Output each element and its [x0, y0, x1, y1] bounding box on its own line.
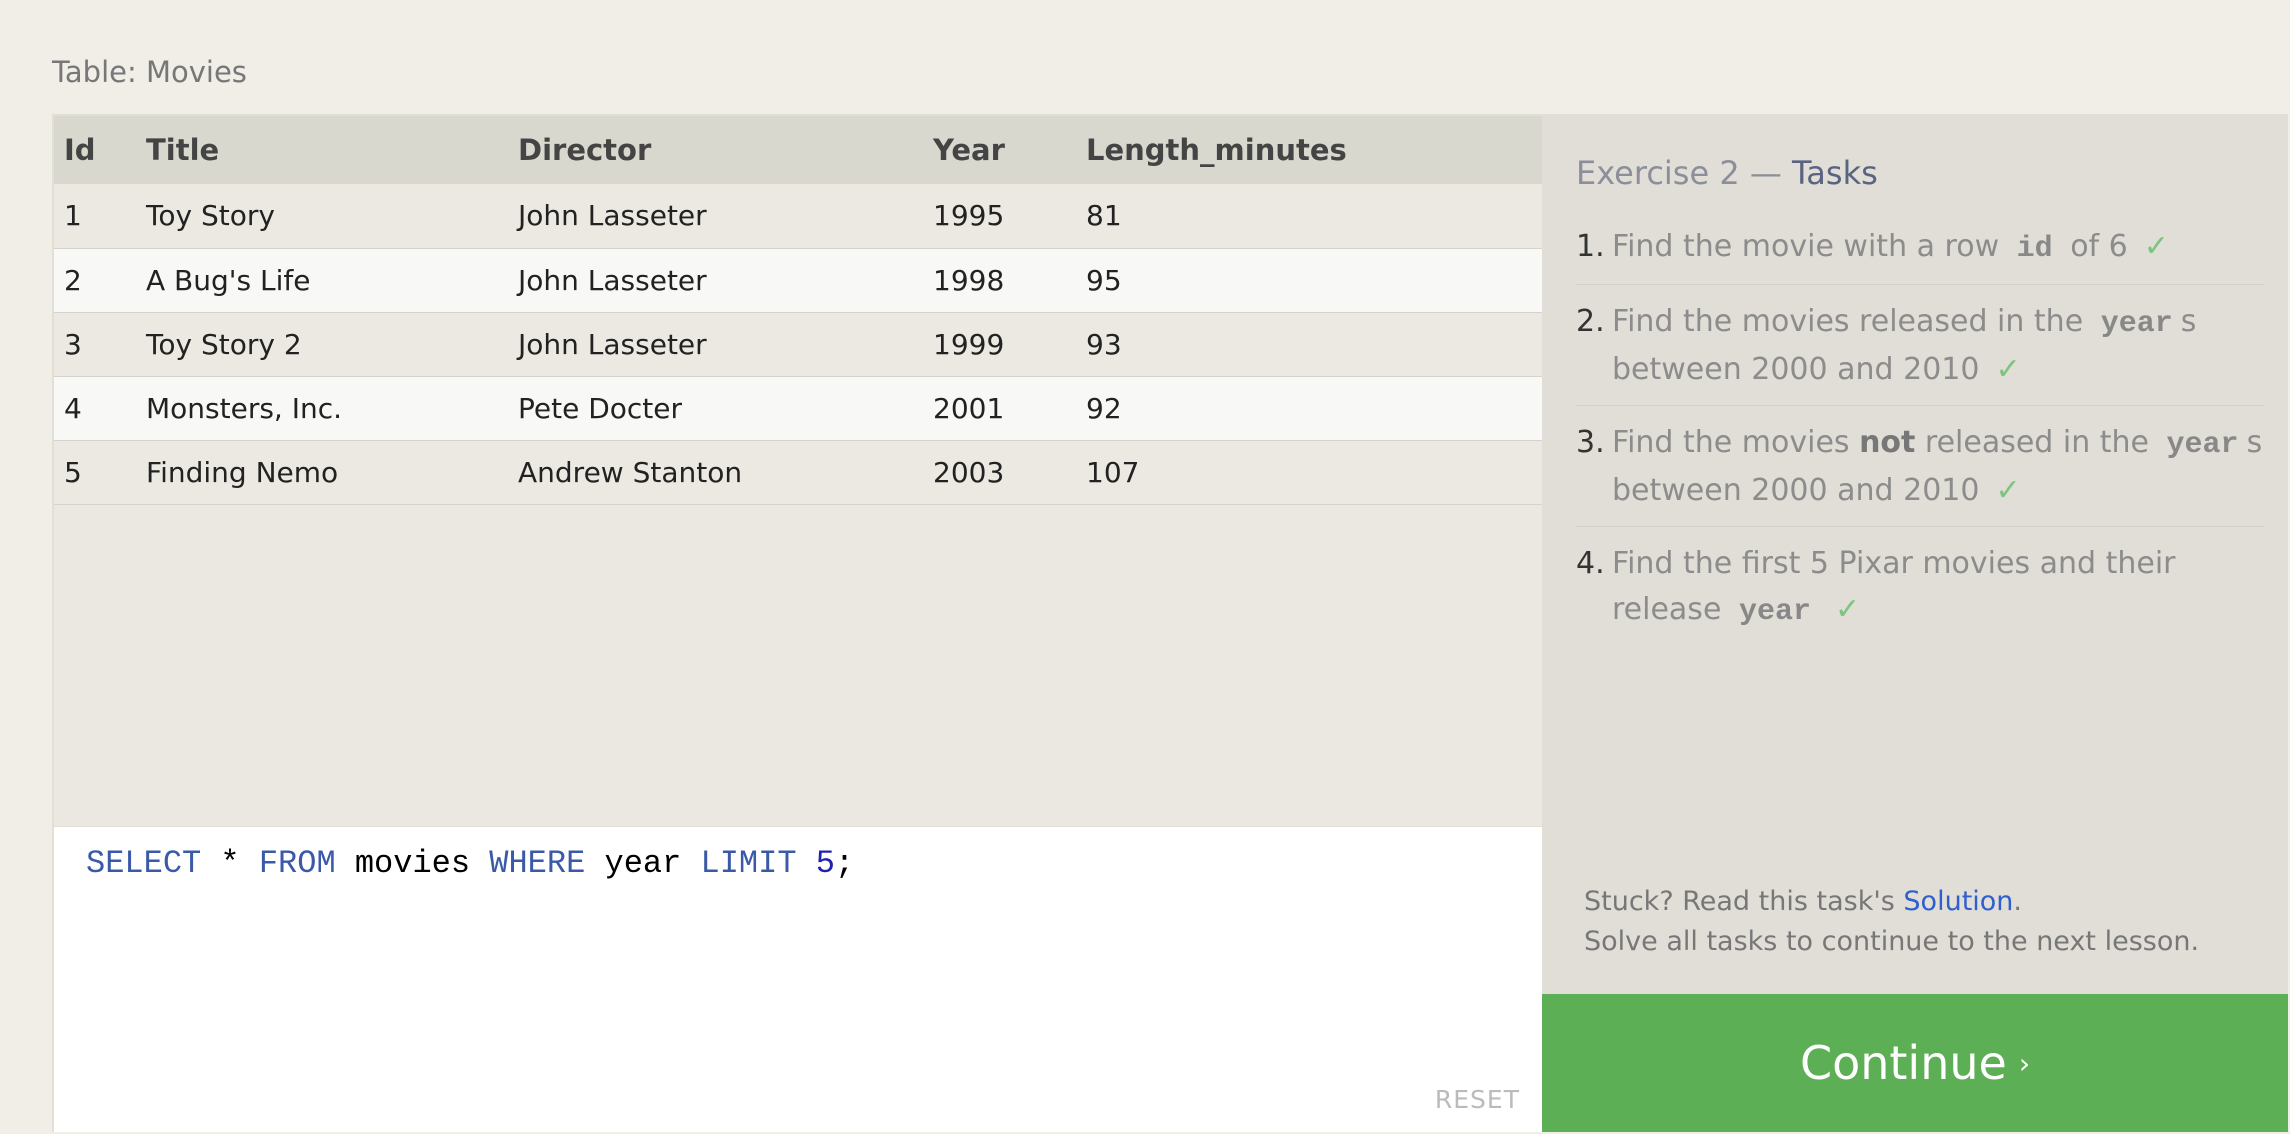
- help-text: Stuck? Read this task's Solution. Solve …: [1584, 882, 2199, 962]
- cell-title: Toy Story 2: [146, 327, 302, 361]
- task-text-part: Find the movie with a row: [1612, 229, 2009, 264]
- sql-text: ;: [834, 845, 855, 882]
- task-item: 4. Find the first 5 Pixar movies and thei…: [1576, 537, 2264, 647]
- task-text: Find the first 5 Pixar movies and their …: [1612, 541, 2264, 635]
- checkmark-icon: ✓: [2143, 229, 2169, 264]
- help-prefix: Stuck? Read this task's: [1584, 886, 1904, 917]
- table-row: 4 Monsters, Inc. Pete Docter 2001 92: [54, 376, 1542, 440]
- task-number: 2.: [1576, 304, 1605, 339]
- cell-director: John Lasseter: [518, 199, 707, 233]
- table-row: 2 A Bug's Life John Lasseter 1998 95: [54, 248, 1542, 312]
- cell-year: 1998: [933, 263, 1005, 297]
- results-table-pane: Id Title Director Year Length_minutes 1 T…: [54, 116, 1542, 826]
- cell-title: A Bug's Life: [146, 263, 311, 297]
- column-header-year: Year: [933, 133, 1005, 167]
- column-header-director: Director: [518, 133, 652, 167]
- tasks-label: Tasks: [1792, 154, 1878, 192]
- task-code: year: [2100, 307, 2173, 341]
- table-row: 5 Finding Nemo Andrew Stanton 2003 107: [54, 440, 1542, 504]
- task-text: Find the movie with a row id of 6 ✓: [1612, 224, 2264, 272]
- task-list: 1. Find the movie with a row id of 6 ✓ 2. Fi…: [1576, 220, 2264, 657]
- table-caption: Table: Movies: [52, 55, 247, 89]
- cell-year: 1995: [933, 199, 1005, 233]
- checkmark-icon: ✓: [1995, 473, 2021, 508]
- cell-id: 4: [64, 391, 82, 425]
- cell-director: John Lasseter: [518, 263, 707, 297]
- cell-title: Finding Nemo: [146, 455, 339, 489]
- task-item: 2. Find the movies released in the year s …: [1576, 295, 2264, 406]
- task-text-part: Find the movies released in the: [1612, 304, 2093, 339]
- task-number: 4.: [1576, 546, 1605, 581]
- help-suffix: .: [2013, 886, 2023, 917]
- sql-keyword: FROM: [258, 845, 336, 882]
- sql-keyword: WHERE: [489, 845, 586, 882]
- cell-title: Monsters, Inc.: [146, 391, 343, 425]
- lesson-frame: Id Title Director Year Length_minutes 1 T…: [52, 114, 2288, 1132]
- task-code: year: [2166, 428, 2239, 462]
- table-row: 1 Toy Story John Lasseter 1995 81: [54, 184, 1542, 248]
- table-row: 3 Toy Story 2 John Lasseter 1999 93: [54, 312, 1542, 376]
- cell-id: 1: [64, 199, 82, 233]
- sql-number: 5: [815, 845, 835, 882]
- chevron-right-icon: ›: [2018, 1046, 2031, 1080]
- task-text-part: Find the first 5 Pixar movies and their …: [1612, 546, 2176, 627]
- task-number: 1.: [1576, 229, 1605, 264]
- cell-director: Pete Docter: [518, 391, 683, 425]
- checkmark-icon: ✓: [1834, 592, 1861, 627]
- checkmark-icon: ✓: [1995, 352, 2021, 387]
- sql-text: *: [201, 845, 259, 882]
- task-text: Find the movies released in the year s be…: [1612, 299, 2264, 393]
- sql-keyword: SELECT: [86, 845, 202, 882]
- task-item: 1. Find the movie with a row id of 6 ✓: [1576, 220, 2264, 285]
- cell-year: 2003: [933, 455, 1005, 489]
- exercise-label: Exercise 2 —: [1576, 154, 1793, 192]
- task-text: Find the movies not released in the year…: [1612, 420, 2264, 514]
- cell-year: 2001: [933, 391, 1005, 425]
- sql-query-text[interactable]: SELECT * FROM movies WHERE year LIMIT 5;: [86, 845, 854, 882]
- cell-id: 3: [64, 327, 82, 361]
- reset-button[interactable]: RESET: [1435, 1085, 1520, 1114]
- task-text-part: released in the: [1915, 425, 2159, 460]
- cell-director: Andrew Stanton: [518, 455, 743, 489]
- task-code: year: [1738, 595, 1811, 629]
- cell-year: 1999: [933, 327, 1005, 361]
- sql-text: movies: [335, 845, 490, 882]
- cell-length: 81: [1086, 199, 1122, 233]
- solution-link[interactable]: Solution: [1903, 886, 2013, 917]
- cell-director: John Lasseter: [518, 327, 707, 361]
- task-number: 3.: [1576, 425, 1605, 460]
- cell-id: 5: [64, 455, 82, 489]
- sql-editor[interactable]: SELECT * FROM movies WHERE year LIMIT 5;…: [54, 826, 1542, 1132]
- cell-length: 92: [1086, 391, 1122, 425]
- task-code: id: [2016, 232, 2053, 266]
- sql-text: year: [585, 845, 701, 882]
- help-line2: Solve all tasks to continue to the next …: [1584, 926, 2200, 957]
- task-text-part: Find the movies: [1612, 425, 1860, 460]
- task-text-part: not: [1859, 425, 1916, 460]
- continue-label: Continue: [1799, 1036, 2007, 1090]
- cell-id: 2: [64, 263, 82, 297]
- movies-table: Id Title Director Year Length_minutes 1 T…: [54, 116, 1542, 505]
- sql-keyword: LIMIT: [700, 845, 797, 882]
- continue-button[interactable]: Continue ›: [1542, 994, 2288, 1132]
- tasks-title: Exercise 2 — Tasks: [1576, 154, 1878, 192]
- task-text-part: of 6: [2060, 229, 2128, 264]
- task-item: 3. Find the movies not released in the ye…: [1576, 416, 2264, 527]
- cell-length: 93: [1086, 327, 1122, 361]
- cell-title: Toy Story: [146, 199, 275, 233]
- column-header-title: Title: [146, 133, 220, 167]
- cell-length: 95: [1086, 263, 1122, 297]
- column-header-id: Id: [64, 133, 96, 167]
- column-header-length: Length_minutes: [1086, 133, 1347, 167]
- tasks-pane: Exercise 2 — Tasks 1. Find the movie with…: [1542, 116, 2288, 994]
- table-header-row: Id Title Director Year Length_minutes: [54, 116, 1542, 184]
- cell-length: 107: [1086, 455, 1140, 489]
